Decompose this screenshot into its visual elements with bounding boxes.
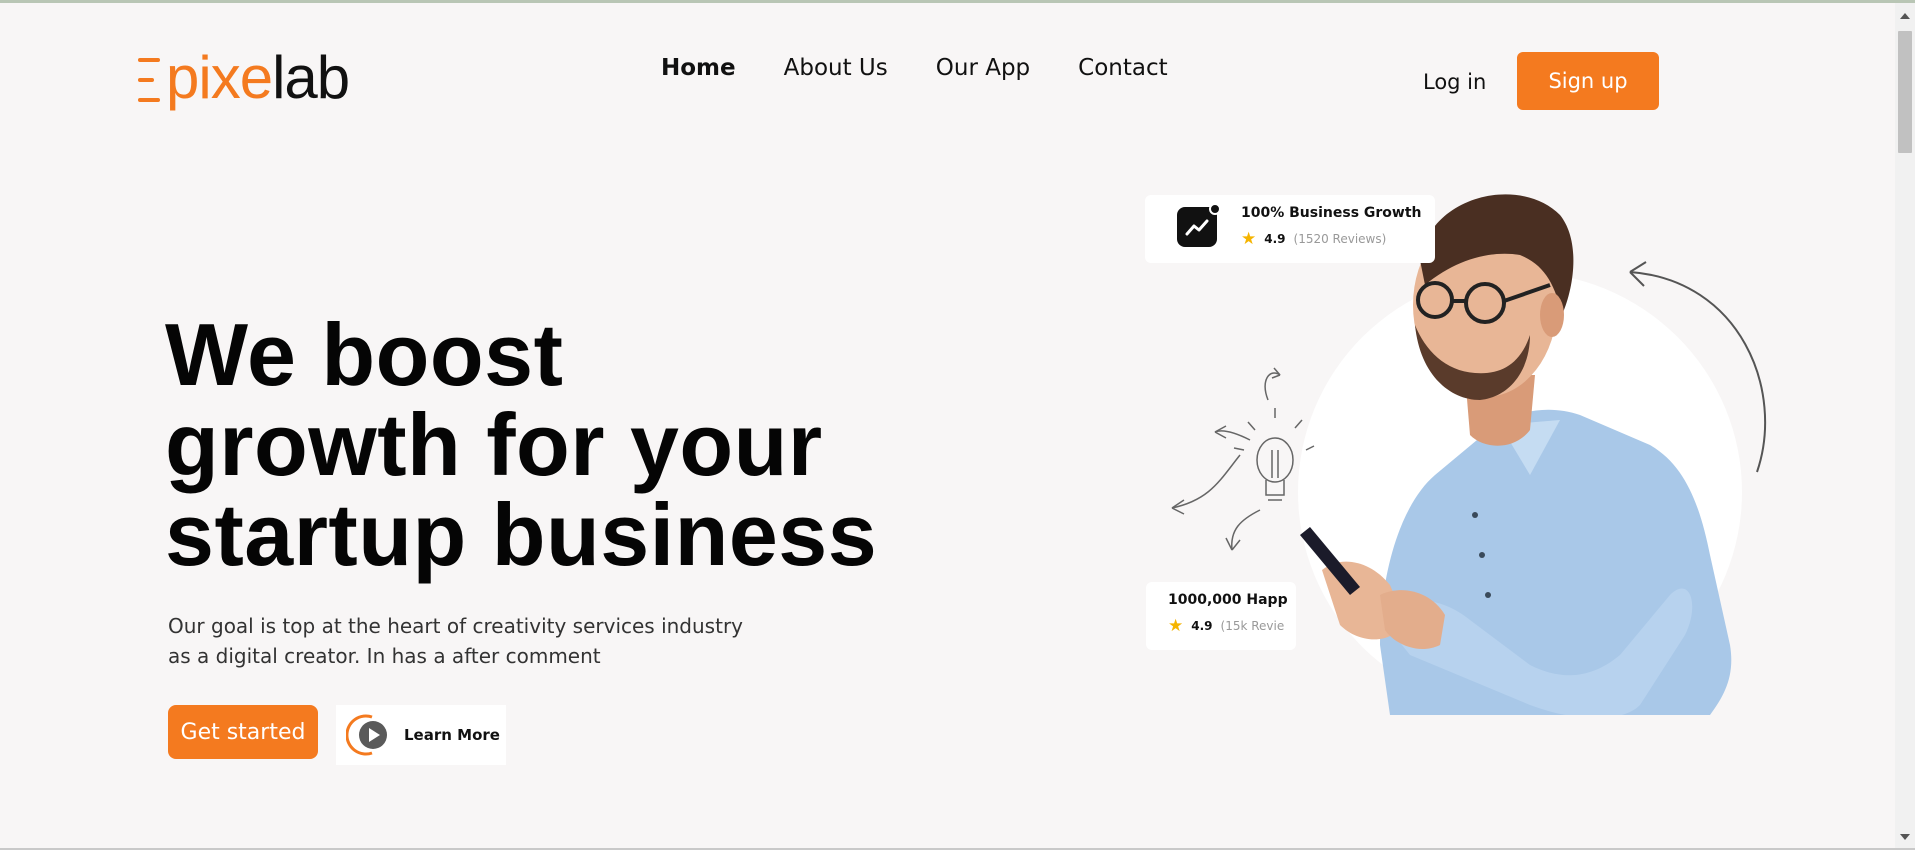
hero-headline: We boost growth for your startup busines…	[165, 310, 877, 580]
star-icon: ★	[1241, 229, 1257, 249]
nav-home[interactable]: Home	[661, 55, 736, 81]
logo-e-mark-icon	[138, 58, 160, 102]
scroll-up-arrow-icon[interactable]	[1900, 13, 1910, 19]
headline-line-1: We boost	[165, 305, 564, 404]
nav-contact[interactable]: Contact	[1078, 55, 1167, 81]
get-started-button[interactable]: Get started	[168, 705, 318, 759]
happy-review-count: (15k Revie	[1220, 619, 1285, 633]
logo-text-orange: pixe	[166, 44, 273, 111]
happy-card-rating: ★ 4.9 (15k Revie	[1168, 616, 1284, 636]
happy-customers-card: 1000,000 Happ ★ 4.9 (15k Revie	[1146, 582, 1296, 650]
vertical-scrollbar[interactable]	[1895, 3, 1915, 848]
nav-about-us[interactable]: About Us	[784, 55, 888, 81]
main-nav: Home About Us Our App Contact	[661, 55, 1168, 81]
learn-more-label: Learn More	[404, 726, 500, 744]
growth-stat-card: 100% Business Growth ★ 4.9 (1520 Reviews…	[1145, 195, 1435, 263]
scroll-down-arrow-icon[interactable]	[1900, 834, 1910, 840]
logo-text-dark: lab	[272, 44, 350, 111]
headline-line-3: startup business	[165, 485, 878, 584]
happy-card-title: 1000,000 Happ	[1168, 592, 1288, 608]
window-top-border	[0, 0, 1915, 3]
scrollbar-thumb[interactable]	[1898, 31, 1912, 153]
logo[interactable]: pixe lab	[138, 44, 350, 111]
signup-button[interactable]: Sign up	[1517, 52, 1659, 110]
growth-review-count: (1520 Reviews)	[1293, 232, 1387, 246]
login-link[interactable]: Log in	[1423, 70, 1486, 94]
growth-rating-value: 4.9	[1264, 232, 1286, 246]
growth-card-title: 100% Business Growth	[1241, 205, 1422, 221]
nav-our-app[interactable]: Our App	[936, 55, 1030, 81]
play-icon	[345, 711, 390, 759]
subtitle-line-2: as a digital creator. In has a after com…	[168, 644, 601, 668]
hero-subtitle: Our goal is top at the heart of creativi…	[168, 611, 768, 671]
star-icon: ★	[1168, 616, 1184, 636]
happy-rating-value: 4.9	[1191, 619, 1213, 633]
subtitle-line-1: Our goal is top at the heart of creativi…	[168, 614, 743, 638]
growth-card-rating: ★ 4.9 (1520 Reviews)	[1241, 229, 1386, 249]
headline-line-2: growth for your	[165, 395, 823, 494]
learn-more-button[interactable]: Learn More	[336, 705, 506, 765]
notification-dot	[1209, 203, 1221, 215]
